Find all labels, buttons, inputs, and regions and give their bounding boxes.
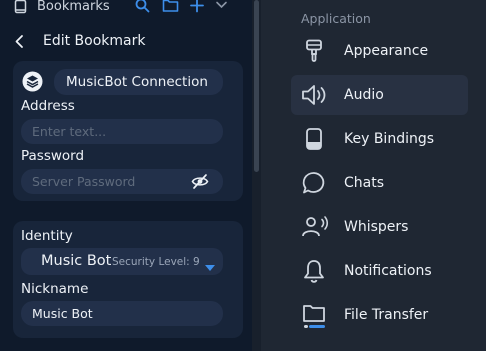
address-field[interactable]: Enter text... bbox=[21, 119, 223, 144]
settings-item-appearance[interactable]: Appearance bbox=[291, 31, 468, 71]
folder-icon[interactable] bbox=[162, 0, 179, 17]
bookmark-icon bbox=[14, 0, 28, 18]
settings-item-notifications[interactable]: Notifications bbox=[291, 251, 468, 291]
address-label: Address bbox=[21, 98, 75, 114]
settings-item-label: Audio bbox=[344, 87, 384, 103]
settings-item-audio[interactable]: Audio bbox=[291, 75, 468, 115]
bookmarks-title: Bookmarks bbox=[37, 0, 110, 14]
whisper-icon bbox=[301, 214, 329, 240]
server-layers-icon bbox=[22, 71, 43, 96]
nickname-label: Nickname bbox=[21, 281, 89, 297]
nickname-value: Music Bot bbox=[32, 306, 93, 321]
keyboard-icon bbox=[301, 126, 327, 152]
settings-item-label: Chats bbox=[344, 175, 385, 191]
back-arrow-icon[interactable] bbox=[14, 34, 24, 53]
settings-item-label: Appearance bbox=[344, 43, 429, 59]
scrollbar-thumb[interactable] bbox=[254, 0, 259, 172]
identity-select[interactable]: Music Bot Security Level: 9 bbox=[21, 248, 223, 275]
eye-slash-icon[interactable] bbox=[191, 173, 209, 198]
settings-item-label: File Transfer bbox=[344, 307, 429, 323]
settings-item-key-bindings[interactable]: Key Bindings bbox=[291, 119, 468, 159]
password-placeholder: Server Password bbox=[32, 174, 136, 189]
security-level: Security Level: 9 bbox=[112, 256, 200, 268]
section-title: Application bbox=[301, 11, 371, 26]
chat-bubble-icon bbox=[301, 170, 327, 196]
identity-name: Music Bot bbox=[41, 253, 112, 269]
settings-item-whispers[interactable]: Whispers bbox=[291, 207, 468, 247]
settings-item-label: Whispers bbox=[344, 219, 409, 235]
server-name-field[interactable]: MusicBot Connection bbox=[54, 69, 223, 95]
bookmarks-topbar: Bookmarks bbox=[0, 0, 252, 16]
page-title: Edit Bookmark bbox=[43, 33, 146, 49]
settings-item-file-transfer[interactable]: File Transfer bbox=[291, 295, 468, 335]
plus-icon[interactable] bbox=[190, 0, 204, 17]
settings-item-label: Key Bindings bbox=[344, 131, 435, 147]
address-placeholder: Enter text... bbox=[32, 124, 107, 139]
folder-transfer-icon bbox=[301, 302, 327, 328]
password-label: Password bbox=[21, 148, 85, 164]
speaker-icon bbox=[301, 82, 327, 108]
settings-item-chats[interactable]: Chats bbox=[291, 163, 468, 203]
brush-icon bbox=[301, 38, 327, 64]
identity-label: Identity bbox=[21, 228, 73, 244]
nickname-field[interactable]: Music Bot bbox=[21, 301, 223, 326]
password-field[interactable]: Server Password bbox=[21, 169, 223, 194]
bell-icon bbox=[301, 258, 327, 284]
chevron-down-icon[interactable] bbox=[215, 0, 228, 17]
search-icon[interactable] bbox=[135, 0, 150, 17]
settings-item-label: Notifications bbox=[344, 263, 432, 279]
dropdown-caret-icon bbox=[205, 257, 215, 276]
